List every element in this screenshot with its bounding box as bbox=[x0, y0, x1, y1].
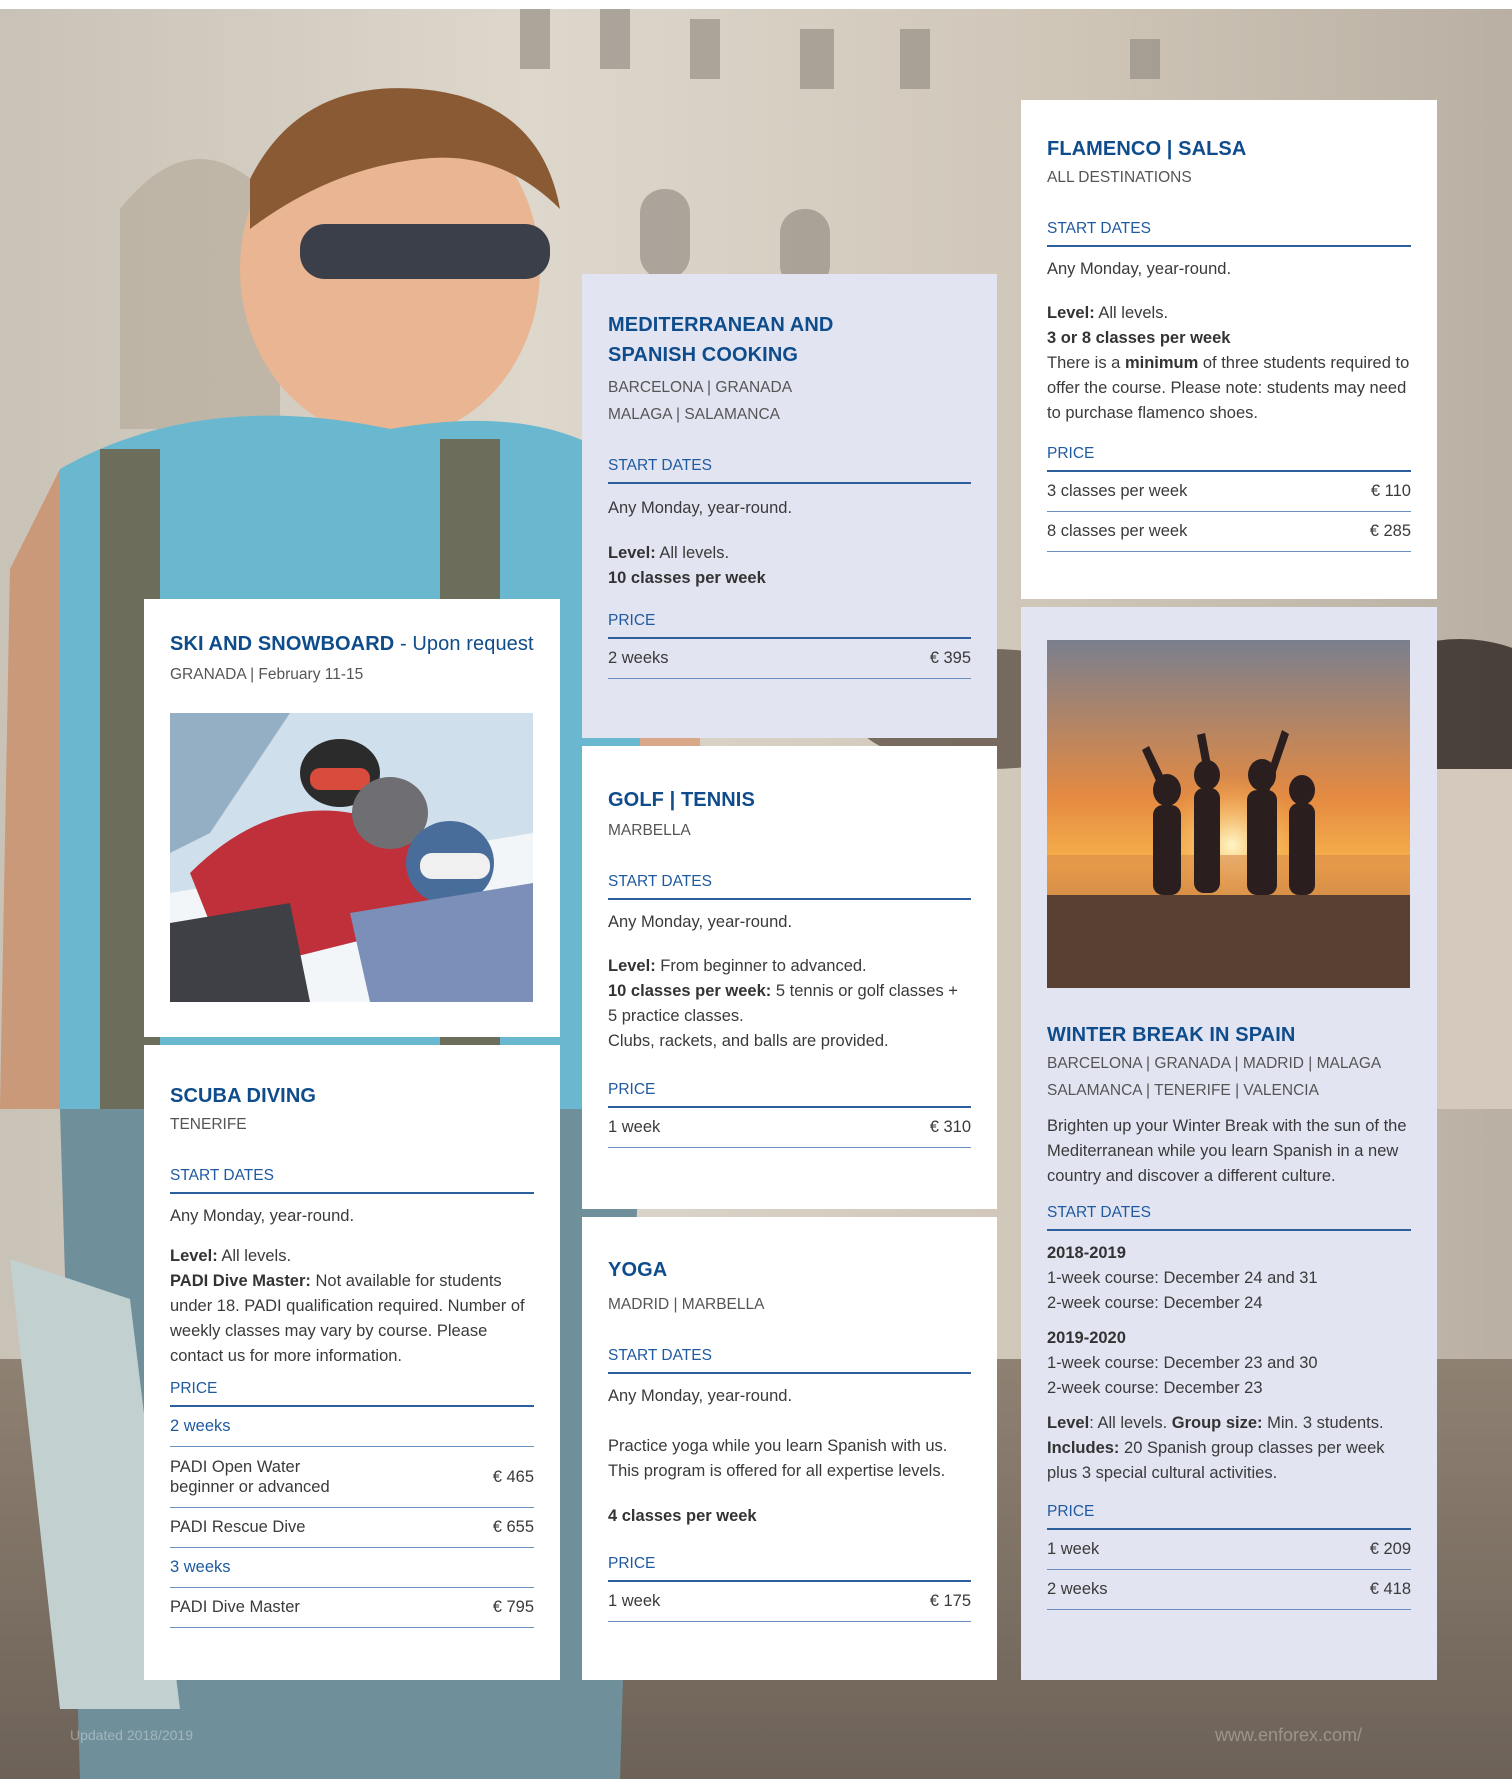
scuba-group-3weeks: 3 weeks bbox=[170, 1548, 534, 1588]
flamenco-title: FLAMENCO | SALSA bbox=[1047, 138, 1247, 160]
scuba-padi-note: PADI Dive Master: Not available for stud… bbox=[170, 1272, 525, 1365]
price-row: PADI Dive Master € 795 bbox=[170, 1588, 534, 1628]
ski-photo bbox=[170, 713, 533, 1002]
ski-card: SKI AND SNOWBOARD - Upon request GRANADA… bbox=[144, 599, 560, 1037]
yoga-classes: 4 classes per week bbox=[608, 1507, 757, 1525]
golf-classes: 10 classes per week: 5 tennis or golf cl… bbox=[608, 982, 958, 1025]
yoga-card: YOGA MADRID | MARBELLA START DATES Any M… bbox=[582, 1217, 997, 1680]
cooking-title: MEDITERRANEAN AND SPANISH COOKING bbox=[608, 314, 834, 366]
golf-destinations: MARBELLA bbox=[608, 822, 691, 839]
flamenco-destinations: ALL DESTINATIONS bbox=[1047, 169, 1192, 186]
winter-description: Brighten up your Winter Break with the s… bbox=[1047, 1117, 1407, 1185]
yoga-description: Practice yoga while you learn Spanish wi… bbox=[608, 1437, 948, 1480]
page: SKI AND SNOWBOARD - Upon request GRANADA… bbox=[0, 0, 1512, 1779]
scuba-start-dates-heading: START DATES bbox=[170, 1164, 534, 1194]
price-row: 1 week € 209 bbox=[1047, 1530, 1411, 1570]
yoga-start-dates: Any Monday, year-round. bbox=[608, 1387, 793, 1405]
golf-start-dates: Any Monday, year-round. bbox=[608, 913, 793, 931]
yoga-price-heading: PRICE bbox=[608, 1552, 971, 1582]
cooking-destinations: BARCELONA | GRANADA MALAGA | SALAMANCA bbox=[608, 379, 793, 423]
scuba-level: Level: All levels. bbox=[170, 1247, 292, 1265]
price-row: 8 classes per week € 285 bbox=[1047, 512, 1411, 552]
scuba-title: SCUBA DIVING bbox=[170, 1085, 317, 1107]
cooking-classes: 10 classes per week bbox=[608, 569, 766, 587]
cooking-start-dates-heading: START DATES bbox=[608, 454, 971, 484]
price-row: 1 week € 310 bbox=[608, 1108, 971, 1148]
scuba-group-2weeks: 2 weeks bbox=[170, 1407, 534, 1447]
cooking-price-heading: PRICE bbox=[608, 609, 971, 639]
golf-title: GOLF | TENNIS bbox=[608, 789, 755, 811]
winter-details: Level: All levels. Group size: Min. 3 st… bbox=[1047, 1414, 1385, 1482]
winter-price-heading: PRICE bbox=[1047, 1500, 1411, 1530]
footer-website: www.enforex.com/ bbox=[1214, 1725, 1362, 1745]
scuba-price-heading: PRICE bbox=[170, 1377, 534, 1407]
winter-year2-line2: 2-week course: December 23 bbox=[1047, 1379, 1263, 1397]
winter-photo bbox=[1047, 640, 1410, 988]
price-row: 2 weeks € 418 bbox=[1047, 1570, 1411, 1610]
winter-year2: 2019-2020 bbox=[1047, 1329, 1126, 1347]
winter-year1: 2018-2019 bbox=[1047, 1244, 1126, 1262]
golf-equipment: Clubs, rackets, and balls are provided. bbox=[608, 1032, 889, 1050]
winter-year2-line1: 1-week course: December 23 and 30 bbox=[1047, 1354, 1318, 1372]
cooking-card: MEDITERRANEAN AND SPANISH COOKING BARCELO… bbox=[582, 274, 997, 738]
cooking-level: Level: All levels. bbox=[608, 544, 730, 562]
winter-destinations: BARCELONA | GRANADA | MADRID | MALAGA SAL… bbox=[1047, 1055, 1382, 1099]
flamenco-classes: 3 or 8 classes per week bbox=[1047, 329, 1231, 347]
winter-title: WINTER BREAK IN SPAIN bbox=[1047, 1024, 1296, 1046]
flamenco-level: Level: All levels. bbox=[1047, 304, 1169, 322]
golf-start-dates-heading: START DATES bbox=[608, 870, 971, 900]
golf-price-heading: PRICE bbox=[608, 1078, 971, 1108]
scuba-card: SCUBA DIVING TENERIFE START DATES Any Mo… bbox=[144, 1045, 560, 1680]
footer-updated: Updated 2018/2019 bbox=[70, 1727, 193, 1743]
flamenco-start-dates-heading: START DATES bbox=[1047, 217, 1411, 247]
price-row: PADI Open Water beginner or advanced € 46… bbox=[170, 1447, 534, 1508]
price-row: 3 classes per week € 110 bbox=[1047, 472, 1411, 512]
golf-card: GOLF | TENNIS MARBELLA START DATES Any M… bbox=[582, 746, 997, 1209]
winter-year1-line1: 1-week course: December 24 and 31 bbox=[1047, 1269, 1318, 1287]
winter-start-dates-heading: START DATES bbox=[1047, 1201, 1411, 1231]
flamenco-price-heading: PRICE bbox=[1047, 442, 1411, 472]
cooking-start-dates: Any Monday, year-round. bbox=[608, 499, 793, 517]
yoga-destinations: MADRID | MARBELLA bbox=[608, 1296, 765, 1313]
winter-card: WINTER BREAK IN SPAIN BARCELONA | GRANAD… bbox=[1021, 607, 1437, 1680]
price-row: PADI Rescue Dive € 655 bbox=[170, 1508, 534, 1548]
yoga-title: YOGA bbox=[608, 1259, 668, 1281]
ski-destinations: GRANADA | February 11-15 bbox=[170, 666, 364, 683]
yoga-start-dates-heading: START DATES bbox=[608, 1344, 971, 1374]
flamenco-card: FLAMENCO | SALSA ALL DESTINATIONS START … bbox=[1021, 100, 1437, 599]
ski-title: SKI AND SNOWBOARD - Upon request bbox=[170, 633, 534, 655]
scuba-start-dates: Any Monday, year-round. bbox=[170, 1207, 355, 1225]
scuba-destinations: TENERIFE bbox=[170, 1116, 247, 1133]
flamenco-note: There is a minimum of three students req… bbox=[1047, 354, 1410, 422]
flamenco-start-dates: Any Monday, year-round. bbox=[1047, 260, 1232, 278]
golf-level: Level: From beginner to advanced. bbox=[608, 957, 867, 975]
price-row: 1 week € 175 bbox=[608, 1582, 971, 1622]
winter-year1-line2: 2-week course: December 24 bbox=[1047, 1294, 1263, 1312]
price-row: 2 weeks € 395 bbox=[608, 639, 971, 679]
